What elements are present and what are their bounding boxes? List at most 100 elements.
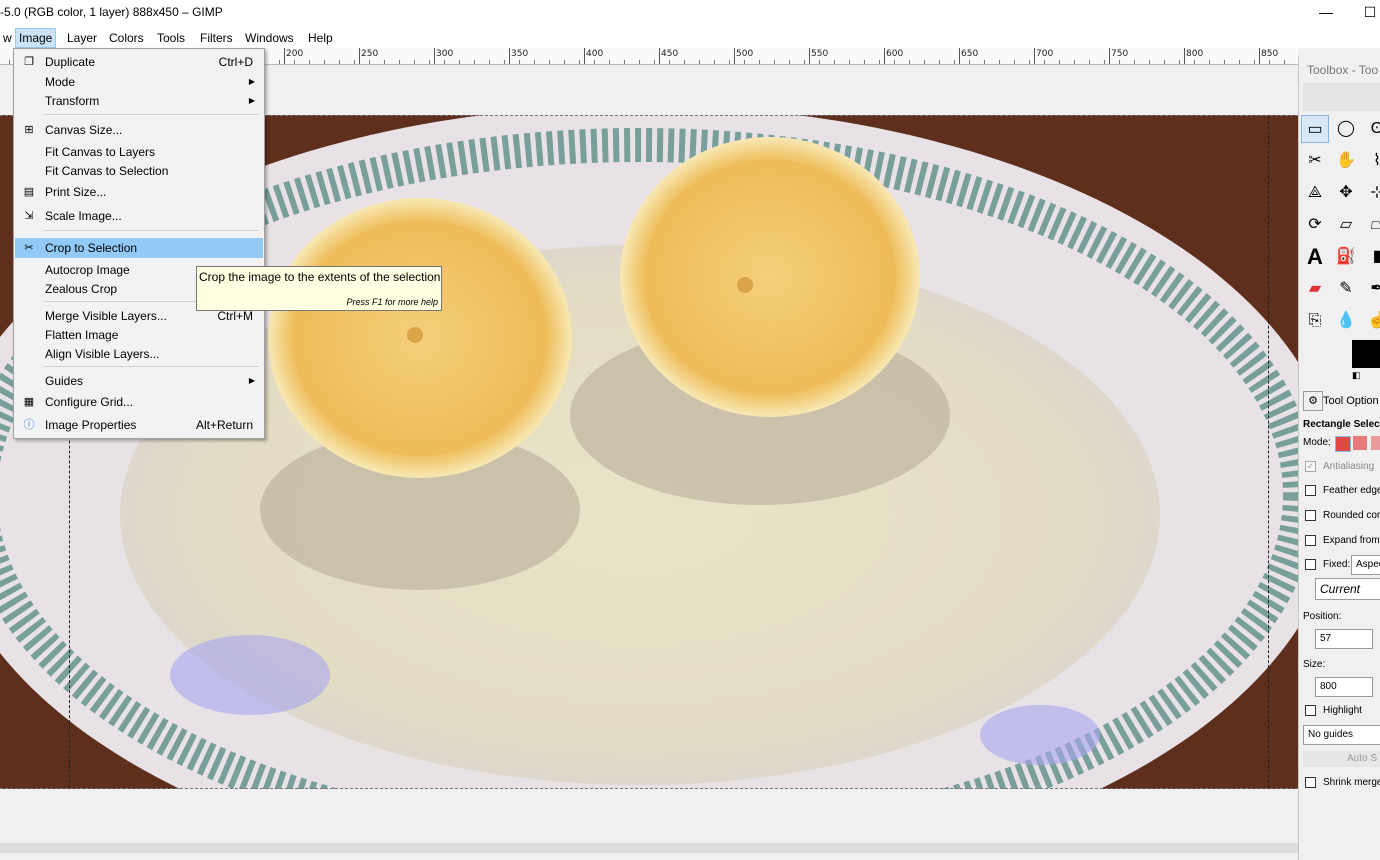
tool-options-icon: ⚙ [1303, 391, 1323, 411]
auto-shrink-button[interactable]: Auto S [1303, 751, 1380, 767]
ruler-minor-tick [399, 60, 400, 64]
size-width-input[interactable]: 800 [1315, 677, 1373, 697]
menu-filters[interactable]: Filters [197, 29, 236, 47]
menu-tools[interactable]: Tools [154, 29, 188, 47]
menu-view[interactable]: w [0, 29, 15, 47]
menu-windows[interactable]: Windows [242, 29, 297, 47]
horizontal-scrollbar[interactable] [0, 843, 1298, 853]
foreground-select-icon[interactable]: ✋ [1332, 147, 1360, 175]
foreground-color-swatch[interactable] [1352, 340, 1380, 368]
ruler-minor-tick [324, 60, 325, 64]
expand-checkbox[interactable] [1305, 535, 1316, 546]
menu-help[interactable]: Help [305, 29, 336, 47]
feather-checkbox[interactable] [1305, 485, 1316, 496]
antialiasing-checkbox[interactable]: ✓ [1305, 461, 1316, 472]
clone-icon[interactable]: ⎘ [1301, 307, 1329, 335]
current-field[interactable]: Current [1315, 578, 1380, 600]
airbrush-icon[interactable]: ✎ [1332, 275, 1360, 303]
rounded-checkbox[interactable] [1305, 510, 1316, 521]
menu-item-duplicate[interactable]: ❐ Duplicate Ctrl+D [15, 52, 263, 72]
menu-layer[interactable]: Layer [64, 29, 100, 47]
align-icon[interactable]: ⊹ [1363, 179, 1380, 207]
menu-item-print-size[interactable]: ▤ Print Size... [15, 182, 263, 202]
menu-colors[interactable]: Colors [106, 29, 147, 47]
shrink-merged-checkbox[interactable] [1305, 777, 1316, 788]
mode-add-button[interactable] [1353, 436, 1367, 450]
expand-label: Expand from [1323, 535, 1380, 546]
scissors-select-icon[interactable]: ✂ [1301, 147, 1329, 175]
menu-image[interactable]: Image [15, 28, 57, 48]
smudge-icon[interactable]: ☝ [1363, 307, 1380, 335]
ruler-minor-tick [459, 60, 460, 64]
position-x-input[interactable]: 57 [1315, 629, 1373, 649]
ruler-minor-tick [804, 60, 805, 64]
ruler-label: 350 [511, 49, 529, 59]
fixed-label: Fixed: [1323, 559, 1351, 570]
menu-item-scale-image[interactable]: ⇲ Scale Image... [15, 206, 263, 226]
ruler-minor-tick [279, 60, 280, 64]
rect-select-icon[interactable]: ▭ [1301, 115, 1329, 143]
shear-icon[interactable]: ▱ [1332, 211, 1360, 239]
ruler-minor-tick [564, 60, 565, 64]
rotate-icon[interactable]: ⟳ [1301, 211, 1329, 239]
ruler-label: 600 [886, 49, 904, 59]
measure-icon[interactable]: ⟁ [1301, 179, 1329, 207]
perspective-icon[interactable]: ⏢ [1363, 211, 1380, 239]
ruler-label: 700 [1036, 49, 1054, 59]
fixed-select[interactable]: Aspec [1351, 555, 1380, 575]
ruler-minor-tick [699, 60, 700, 64]
lasso-icon[interactable]: ʘ [1363, 115, 1380, 143]
ruler-minor-tick [744, 60, 745, 64]
guides-select[interactable]: No guides [1303, 725, 1380, 745]
eraser-icon[interactable]: ▰ [1301, 275, 1329, 303]
ruler-minor-tick [609, 60, 610, 64]
tool-options-tab[interactable]: Tool Option [1323, 395, 1379, 407]
window-title: -5.0 (RGB color, 1 layer) 888x450 – GIMP [0, 5, 223, 19]
blur-icon[interactable]: 💧 [1332, 307, 1360, 335]
ruler-minor-tick [1029, 60, 1030, 64]
ruler-minor-tick [999, 60, 1000, 64]
menu-item-image-properties[interactable]: ⓘ Image Properties Alt+Return [15, 415, 263, 435]
ruler-label: 450 [661, 49, 679, 59]
ruler-minor-tick [1074, 60, 1075, 64]
paths-icon[interactable]: ⌇ [1363, 147, 1380, 175]
title-bar: -5.0 (RGB color, 1 layer) 888x450 – GIMP… [0, 0, 1380, 26]
menu-item-mode[interactable]: Mode ▶ [15, 72, 263, 92]
minimize-button[interactable]: — [1306, 2, 1346, 22]
menu-item-align-visible[interactable]: Align Visible Layers... [15, 344, 263, 364]
ruler-minor-tick [789, 60, 790, 64]
menu-item-canvas-size[interactable]: ⊞ Canvas Size... [15, 120, 263, 140]
ruler-minor-tick [1119, 60, 1120, 64]
menu-item-transform[interactable]: Transform ▶ [15, 91, 263, 111]
highlight-checkbox[interactable] [1305, 705, 1316, 716]
ruler-minor-tick [9, 60, 10, 64]
menu-item-crop-to-selection[interactable]: ✂ Crop to Selection [15, 238, 263, 258]
menu-item-configure-grid[interactable]: ▦ Configure Grid... [15, 392, 263, 412]
ruler-minor-tick [654, 60, 655, 64]
wilber-drop-area[interactable] [1303, 83, 1380, 111]
fixed-checkbox[interactable] [1305, 559, 1316, 570]
menu-item-fit-canvas-selection[interactable]: Fit Canvas to Selection [15, 161, 263, 181]
ink-icon[interactable]: ✒ [1363, 275, 1380, 303]
mode-subtract-button[interactable] [1371, 436, 1380, 450]
ruler-minor-tick [474, 60, 475, 64]
ruler-label: 650 [961, 49, 979, 59]
ruler-minor-tick [954, 60, 955, 64]
maximize-button[interactable]: ☐ [1350, 2, 1380, 22]
reset-colors-icon[interactable]: ◧ [1352, 370, 1364, 382]
gradient-icon[interactable]: ▮ [1363, 243, 1380, 271]
ellipse-select-icon[interactable]: ◯ [1332, 115, 1360, 143]
ruler-minor-tick [489, 60, 490, 64]
ruler-minor-tick [909, 60, 910, 64]
bucket-fill-icon[interactable]: ⛽ [1332, 243, 1360, 271]
ruler-minor-tick [1149, 60, 1150, 64]
shrink-merged-label: Shrink merge [1323, 777, 1380, 788]
move-icon[interactable]: ✥ [1332, 179, 1360, 207]
menu-item-guides[interactable]: Guides ▶ [15, 371, 263, 391]
menu-item-flatten[interactable]: Flatten Image [15, 325, 263, 345]
text-tool-icon[interactable]: A [1301, 243, 1329, 271]
mode-replace-button[interactable] [1335, 436, 1351, 452]
ruler-minor-tick [384, 60, 385, 64]
ruler-minor-tick [444, 60, 445, 64]
menu-item-fit-canvas-layers[interactable]: Fit Canvas to Layers [15, 142, 263, 162]
